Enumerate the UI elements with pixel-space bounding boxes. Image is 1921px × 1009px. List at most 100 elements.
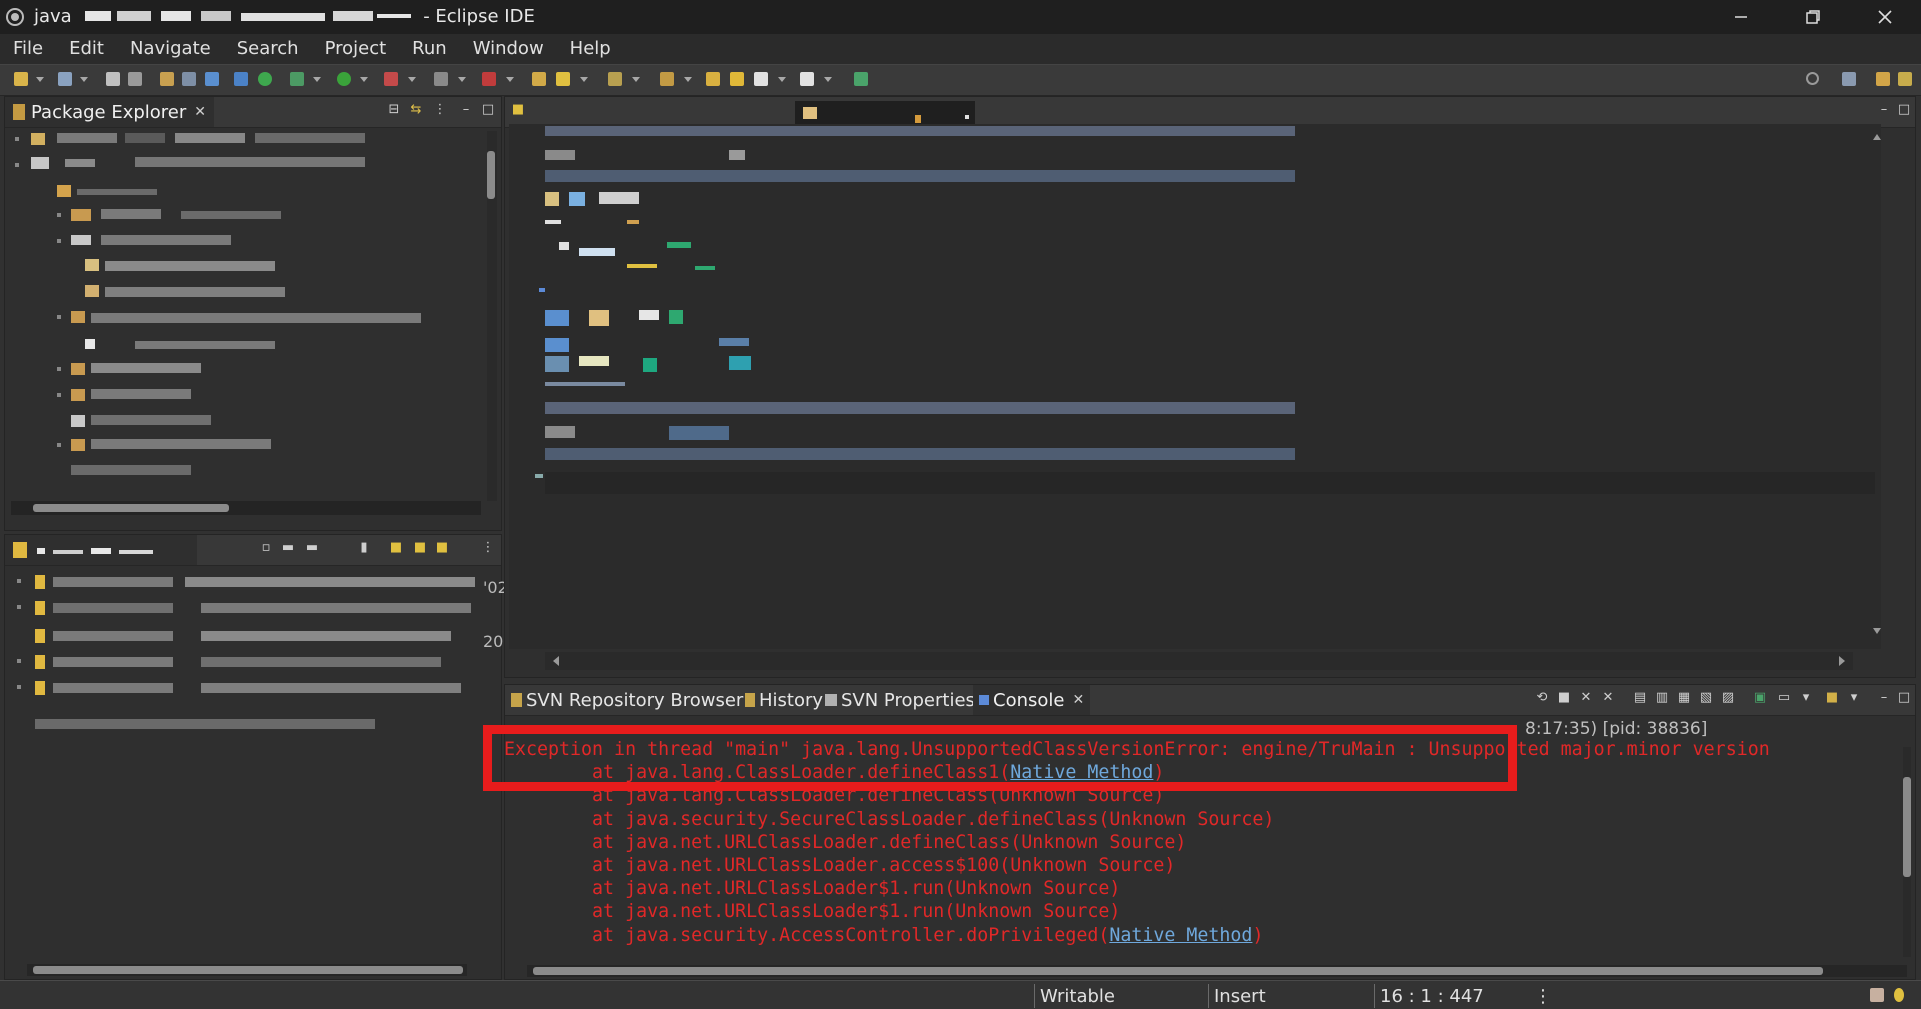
bottom-left-hscroll[interactable] [27,964,467,976]
annotation-dropdown-icon[interactable] [632,77,640,82]
display-dropdown-icon[interactable]: ▾ [1799,691,1813,705]
toolbar-icon[interactable]: ▬ [305,541,319,555]
native-method-link[interactable]: Native Method [1010,762,1153,783]
forward-edit-icon[interactable] [730,72,744,86]
remove-all-icon[interactable]: ✕ [1601,691,1615,705]
debug-icon[interactable] [290,72,304,86]
run-dropdown-icon[interactable] [360,77,368,82]
next-annotation-icon[interactable] [660,72,674,86]
annotation-icon[interactable] [608,72,622,86]
show-on-output-icon[interactable]: ▧ [1699,691,1713,705]
back-icon[interactable] [754,72,768,86]
minimize-button[interactable] [1705,0,1777,34]
new-icon[interactable] [14,72,28,86]
console-vscroll[interactable] [1903,747,1911,957]
console-hscroll[interactable] [527,965,1907,977]
save-icon[interactable] [106,72,120,86]
window-icon[interactable] [234,72,248,86]
next-annotation-dropdown-icon[interactable] [684,77,692,82]
show-on-error-icon[interactable]: ▨ [1721,691,1735,705]
close-icon[interactable]: ✕ [1072,692,1084,708]
package-explorer-hscroll[interactable] [11,501,481,515]
save-all-icon[interactable] [128,72,142,86]
skip-breakpoints-icon[interactable] [258,72,272,86]
scroll-thumb[interactable] [33,966,463,974]
restore-button[interactable] [1777,0,1849,34]
view-menu-icon[interactable]: ⋮ [481,541,495,555]
svn-perspective-icon[interactable] [1898,72,1912,86]
java-perspective-icon[interactable] [1876,72,1890,86]
toolbar-icon[interactable]: ■ [413,541,427,555]
search-dropdown-icon[interactable] [580,77,588,82]
tab-console[interactable]: Console ✕ [973,685,1091,715]
pilcrow-icon[interactable] [205,72,219,86]
stop-dropdown-icon[interactable] [458,77,466,82]
maximize-view-icon[interactable]: □ [481,103,495,117]
back-dropdown-icon[interactable] [778,77,786,82]
tab-svn-properties[interactable]: SVN Properties [821,685,979,715]
scroll-thumb[interactable] [533,967,1823,975]
maximize-view-icon[interactable]: □ [1897,691,1911,705]
code-editor[interactable] [509,124,1881,649]
forward-dropdown-icon[interactable] [824,77,832,82]
editor-vscroll[interactable] [1873,134,1881,634]
clear-console-icon[interactable]: ▤ [1633,691,1647,705]
open-icon[interactable] [58,72,72,86]
toolbar-icon[interactable]: ■ [389,541,403,555]
toolbar-icon[interactable]: ■ [435,541,449,555]
tab-svn-repository-browser[interactable]: SVN Repository Browser [507,685,747,715]
scroll-thumb[interactable] [487,151,495,199]
scroll-lock-icon[interactable]: ▥ [1655,691,1669,705]
toggle-icon[interactable] [182,72,196,86]
editor-hscroll[interactable] [545,652,1853,670]
menu-project[interactable]: Project [312,34,400,64]
tab-history[interactable]: History [741,685,827,715]
link-with-editor-icon[interactable]: ⇆ [409,103,423,117]
editor-tab-icon[interactable]: ■ [511,103,525,117]
open-perspective-icon[interactable] [1842,72,1856,86]
open-type-icon[interactable] [532,72,546,86]
open-console-icon[interactable]: ■ [1825,691,1839,705]
menu-window[interactable]: Window [460,34,557,64]
toolbar-icon[interactable]: ▫ [259,541,273,555]
coverage-dropdown-icon[interactable] [506,77,514,82]
run-icon[interactable] [337,72,351,86]
minimize-view-icon[interactable]: – [1877,103,1891,117]
minimize-view-icon[interactable]: – [459,103,473,117]
menu-run[interactable]: Run [399,34,460,64]
menu-navigate[interactable]: Navigate [117,34,224,64]
toolbar-icon[interactable]: ▮ [357,541,371,555]
task-icon[interactable] [854,72,868,86]
close-icon[interactable]: ✕ [194,104,206,120]
tab-package-explorer[interactable]: Package Explorer ✕ [5,97,215,127]
close-window-button[interactable] [1849,0,1921,34]
pin-console-icon[interactable]: ▣ [1753,691,1767,705]
last-edit-icon[interactable] [706,72,720,86]
stop-icon[interactable] [434,72,448,86]
external-tools-icon[interactable] [384,72,398,86]
status-more-icon[interactable]: ⋮ [1534,986,1552,1007]
menu-search[interactable]: Search [224,34,312,64]
remove-icon[interactable]: ✕ [1579,691,1593,705]
maximize-view-icon[interactable]: □ [1897,103,1911,117]
history-tool-icon[interactable] [160,72,174,86]
tip-icon[interactable] [1894,988,1904,1002]
menu-file[interactable]: File [0,34,56,64]
menu-edit[interactable]: Edit [56,34,117,64]
open-dropdown-icon[interactable] [80,77,88,82]
toolbar-icon[interactable]: ▬ [281,541,295,555]
native-method-link[interactable]: Native Method [1109,925,1252,946]
scroll-thumb[interactable] [1903,777,1911,877]
view-menu-icon[interactable]: ⋮ [433,103,447,117]
coverage-icon[interactable] [482,72,496,86]
collapse-all-icon[interactable]: ⊟ [387,103,401,117]
minimize-view-icon[interactable]: – [1877,691,1891,705]
tab-redacted-view[interactable] [5,535,197,565]
console-output[interactable]: Exception in thread "main" java.lang.Uns… [504,738,1904,958]
external-tools-dropdown-icon[interactable] [408,77,416,82]
package-explorer-vscroll[interactable] [487,131,497,501]
remove-launch-icon[interactable]: ⟲ [1535,691,1549,705]
open-console-dropdown-icon[interactable]: ▾ [1847,691,1861,705]
terminate-icon[interactable]: ■ [1557,691,1571,705]
notification-icon[interactable] [1870,988,1884,1002]
